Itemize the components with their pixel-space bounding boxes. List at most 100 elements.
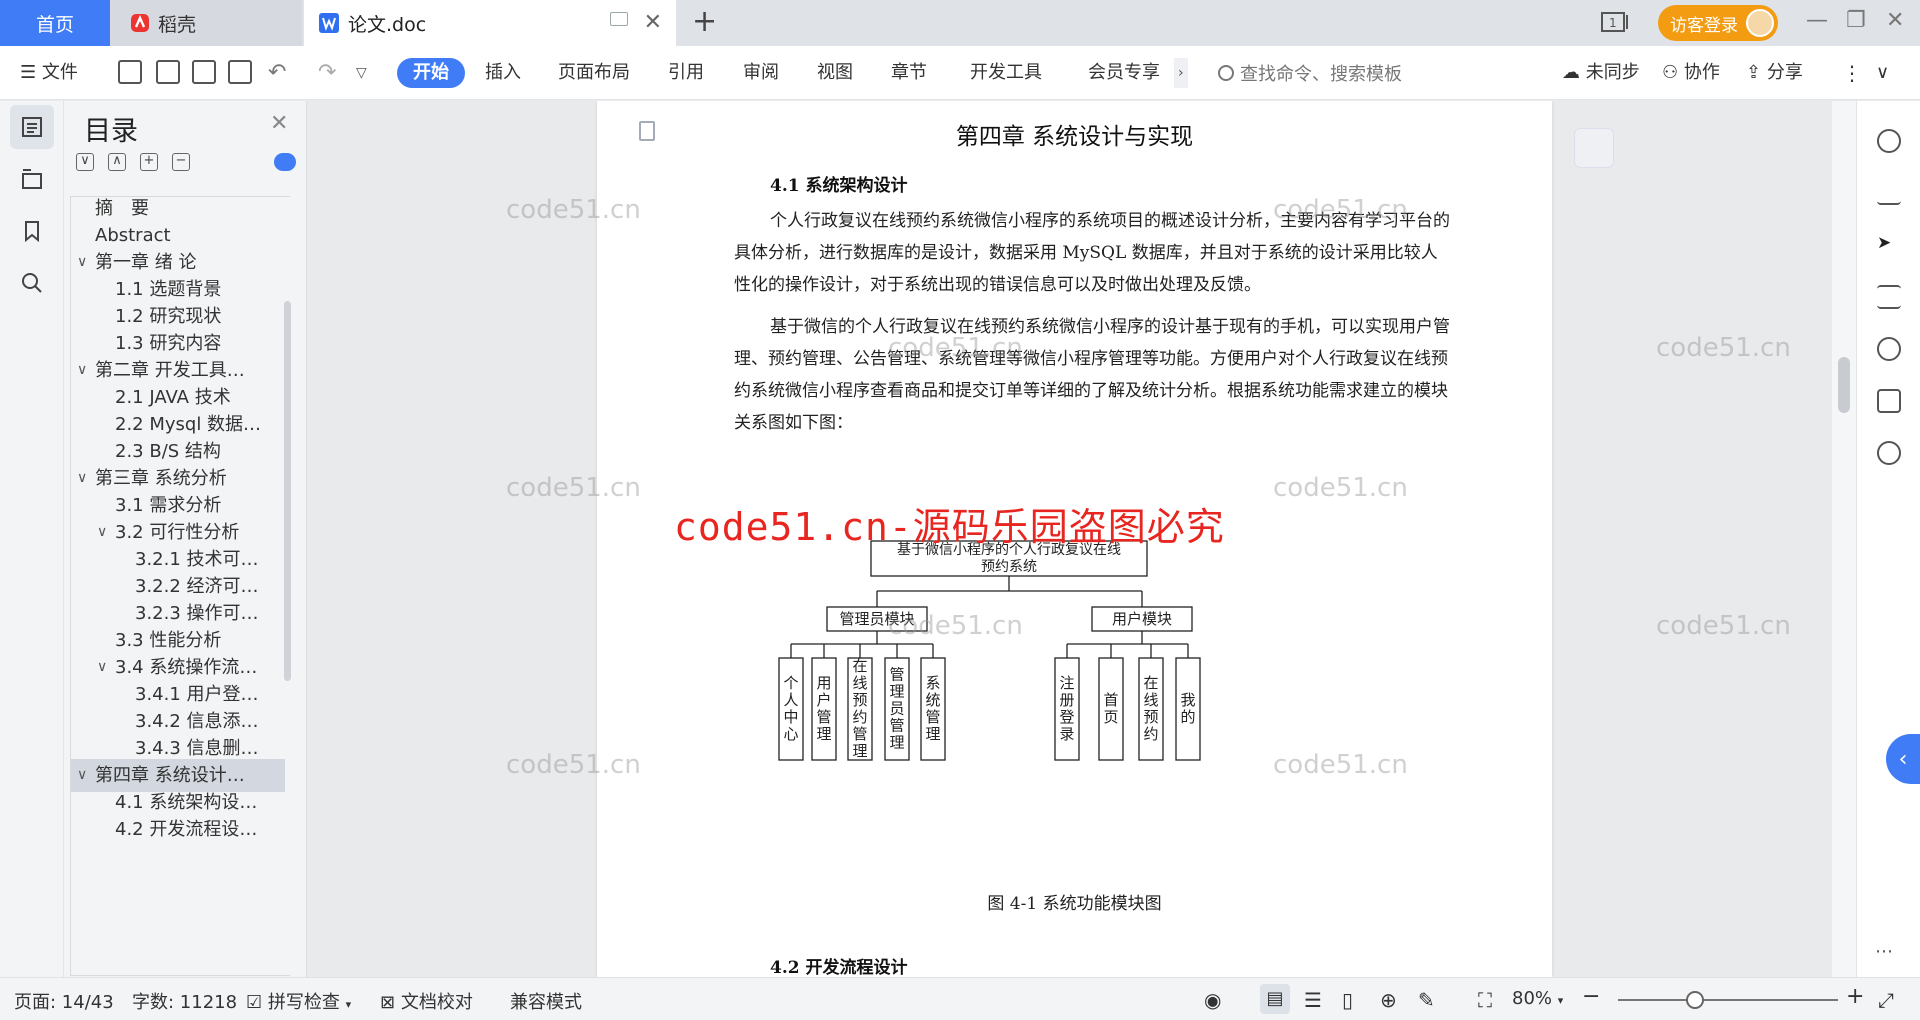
bookmark-button[interactable] <box>10 209 54 253</box>
select-cursor-icon[interactable]: ➤ <box>1877 233 1901 257</box>
ribbon-tab-reference[interactable]: 引用 <box>668 58 704 88</box>
proofread-icon: ⊠ <box>380 992 396 1013</box>
zoom-slider-handle[interactable] <box>1686 991 1704 1009</box>
expand-all-icon[interactable]: ∨ <box>76 153 94 171</box>
tab-home[interactable]: 首页 <box>0 0 110 46</box>
rocket-icon[interactable] <box>1877 129 1901 153</box>
add-heading-icon[interactable]: + <box>140 153 158 171</box>
visitor-login-button[interactable]: 访客登录 <box>1658 5 1778 41</box>
pen-icon[interactable] <box>1877 181 1901 205</box>
translate-icon[interactable] <box>1877 389 1901 413</box>
diagram-leaf-label: 在线预约管理 <box>852 657 867 760</box>
tab-document[interactable]: 论文.doc ✕ <box>304 0 676 46</box>
section-heading-4-2: 4.2 开发流程设计 <box>770 958 908 977</box>
zoom-level[interactable]: 80% ▾ <box>1512 988 1563 1009</box>
page-view-icon[interactable]: ▤ <box>1260 984 1290 1014</box>
fullscreen-icon[interactable]: ⤢ <box>1878 988 1894 1012</box>
navigation-icon <box>22 169 42 189</box>
proofread-button[interactable]: ⊠ 文档校对 <box>380 988 473 1014</box>
find-icon <box>22 273 42 293</box>
settings-slider-icon[interactable] <box>1877 285 1901 309</box>
print-icon[interactable] <box>192 60 216 84</box>
diagram-leaf-label: 管理员管理 <box>889 666 904 752</box>
close-window-icon[interactable]: ✕ <box>1886 8 1904 33</box>
more-tools-icon[interactable]: ⋯ <box>1875 941 1893 962</box>
ribbon-tab-view[interactable]: 视图 <box>817 58 853 88</box>
toc-panel: 目录 ✕ ∨ ∧ + − 摘 要 Abstract ∨ 第一章 绪 论 1.1 选题背景… <box>64 101 307 977</box>
command-search[interactable]: 查找命令、搜索模板 <box>1218 58 1402 88</box>
collapse-all-icon[interactable]: ∧ <box>108 153 126 171</box>
avatar <box>1746 9 1774 37</box>
quick-access-dropdown-icon[interactable]: ▽ <box>356 58 367 88</box>
toc-scrollbar[interactable] <box>284 301 291 681</box>
ribbon-more-icon[interactable]: › <box>1174 58 1188 88</box>
page-count-icon[interactable]: 1 <box>1600 11 1630 33</box>
close-tab-icon[interactable]: ✕ <box>644 10 662 35</box>
diagram-leaf-label: 注册登录 <box>1059 674 1074 743</box>
restore-icon[interactable]: ❐ <box>1846 8 1866 33</box>
fit-page-icon[interactable]: ⛶ <box>1478 988 1492 1012</box>
eye-protect-icon[interactable]: ◉ <box>1204 988 1221 1012</box>
reading-view-icon[interactable]: ▯ <box>1342 988 1353 1012</box>
scroll-thumb[interactable] <box>1838 357 1850 413</box>
share-icon: ⇪ <box>1746 62 1762 83</box>
ribbon-tab-insert[interactable]: 插入 <box>485 58 521 88</box>
preview-icon[interactable] <box>228 60 252 84</box>
zoom-out-icon[interactable]: − <box>1582 984 1600 1009</box>
ribbon-tab-layout[interactable]: 页面布局 <box>558 58 630 88</box>
word-count[interactable]: 字数: 11218 <box>132 988 237 1014</box>
collapse-ribbon-icon[interactable]: ∨ <box>1876 58 1889 88</box>
word-doc-icon <box>319 13 339 33</box>
remove-heading-icon[interactable]: − <box>172 153 190 171</box>
right-tool-rail: ➤ ⋯ <box>1856 101 1920 977</box>
watermark-text: code51.cn <box>506 750 641 780</box>
diagram-leaf-label: 我的 <box>1180 691 1195 726</box>
page-indicator[interactable]: 页面: 14/43 <box>14 988 114 1014</box>
save-icon[interactable] <box>118 60 142 84</box>
web-view-icon[interactable]: ⊕ <box>1380 988 1397 1012</box>
zoom-slider[interactable] <box>1618 999 1838 1001</box>
smart-toc-icon[interactable] <box>274 153 296 171</box>
file-menu[interactable]: ☰ 文件 <box>20 58 78 88</box>
help-icon[interactable] <box>1877 337 1901 361</box>
ribbon-tab-review[interactable]: 审阅 <box>743 58 779 88</box>
toc-panel-button[interactable] <box>10 105 54 149</box>
quick-action-icon[interactable] <box>1877 441 1901 465</box>
sync-status-button[interactable]: ☁ 未同步 <box>1562 58 1640 88</box>
minimize-icon[interactable]: — <box>1806 8 1828 33</box>
proofread-label: 文档校对 <box>400 992 473 1013</box>
ribbon-tab-member[interactable]: 会员专享 <box>1088 58 1160 88</box>
collaborate-button[interactable]: ⚇ 协作 <box>1662 58 1720 88</box>
watermark-text: code51.cn <box>1273 750 1408 780</box>
watermark-text: code51.cn <box>1273 195 1408 225</box>
find-button[interactable] <box>10 261 54 305</box>
undo-icon[interactable]: ↶ <box>268 58 286 88</box>
tab-daoke[interactable]: 稻壳 <box>110 0 302 46</box>
close-toc-icon[interactable]: ✕ <box>270 111 288 136</box>
watermark-text: code51.cn <box>888 333 1023 363</box>
share-button[interactable]: ⇪ 分享 <box>1746 58 1803 88</box>
navigation-button[interactable] <box>10 157 54 201</box>
hamburger-icon: ☰ <box>20 62 37 83</box>
outline-view-icon[interactable]: ☰ <box>1304 988 1322 1012</box>
watermark-text: code51.cn <box>1656 333 1791 363</box>
vertical-scrollbar[interactable] <box>1832 101 1856 977</box>
ribbon-tab-start[interactable]: 开始 <box>397 58 465 88</box>
file-menu-label: 文件 <box>41 62 78 83</box>
export-icon[interactable] <box>156 60 180 84</box>
ribbon-tab-developer[interactable]: 开发工具 <box>970 58 1042 88</box>
redo-icon[interactable]: ↷ <box>318 58 336 88</box>
fold-panel-button[interactable] <box>1574 128 1614 168</box>
more-options-icon[interactable]: ⋮ <box>1842 58 1862 88</box>
svg-text:1: 1 <box>1609 16 1617 30</box>
pin-tab-icon[interactable] <box>610 12 628 26</box>
watermark-text: code51.cn <box>888 611 1023 641</box>
write-view-icon[interactable]: ✎ <box>1418 988 1435 1012</box>
toc-item[interactable]: 4.2 开发流程设… <box>71 813 285 846</box>
zoom-in-icon[interactable]: + <box>1846 984 1864 1009</box>
spell-check-button[interactable]: ☑ 拼写检查 ▾ <box>246 988 351 1014</box>
cloud-icon: ☁ <box>1562 62 1580 83</box>
ribbon-tab-chapter[interactable]: 章节 <box>891 58 927 88</box>
share-label: 分享 <box>1766 62 1803 83</box>
new-tab-button[interactable]: + <box>692 4 717 39</box>
